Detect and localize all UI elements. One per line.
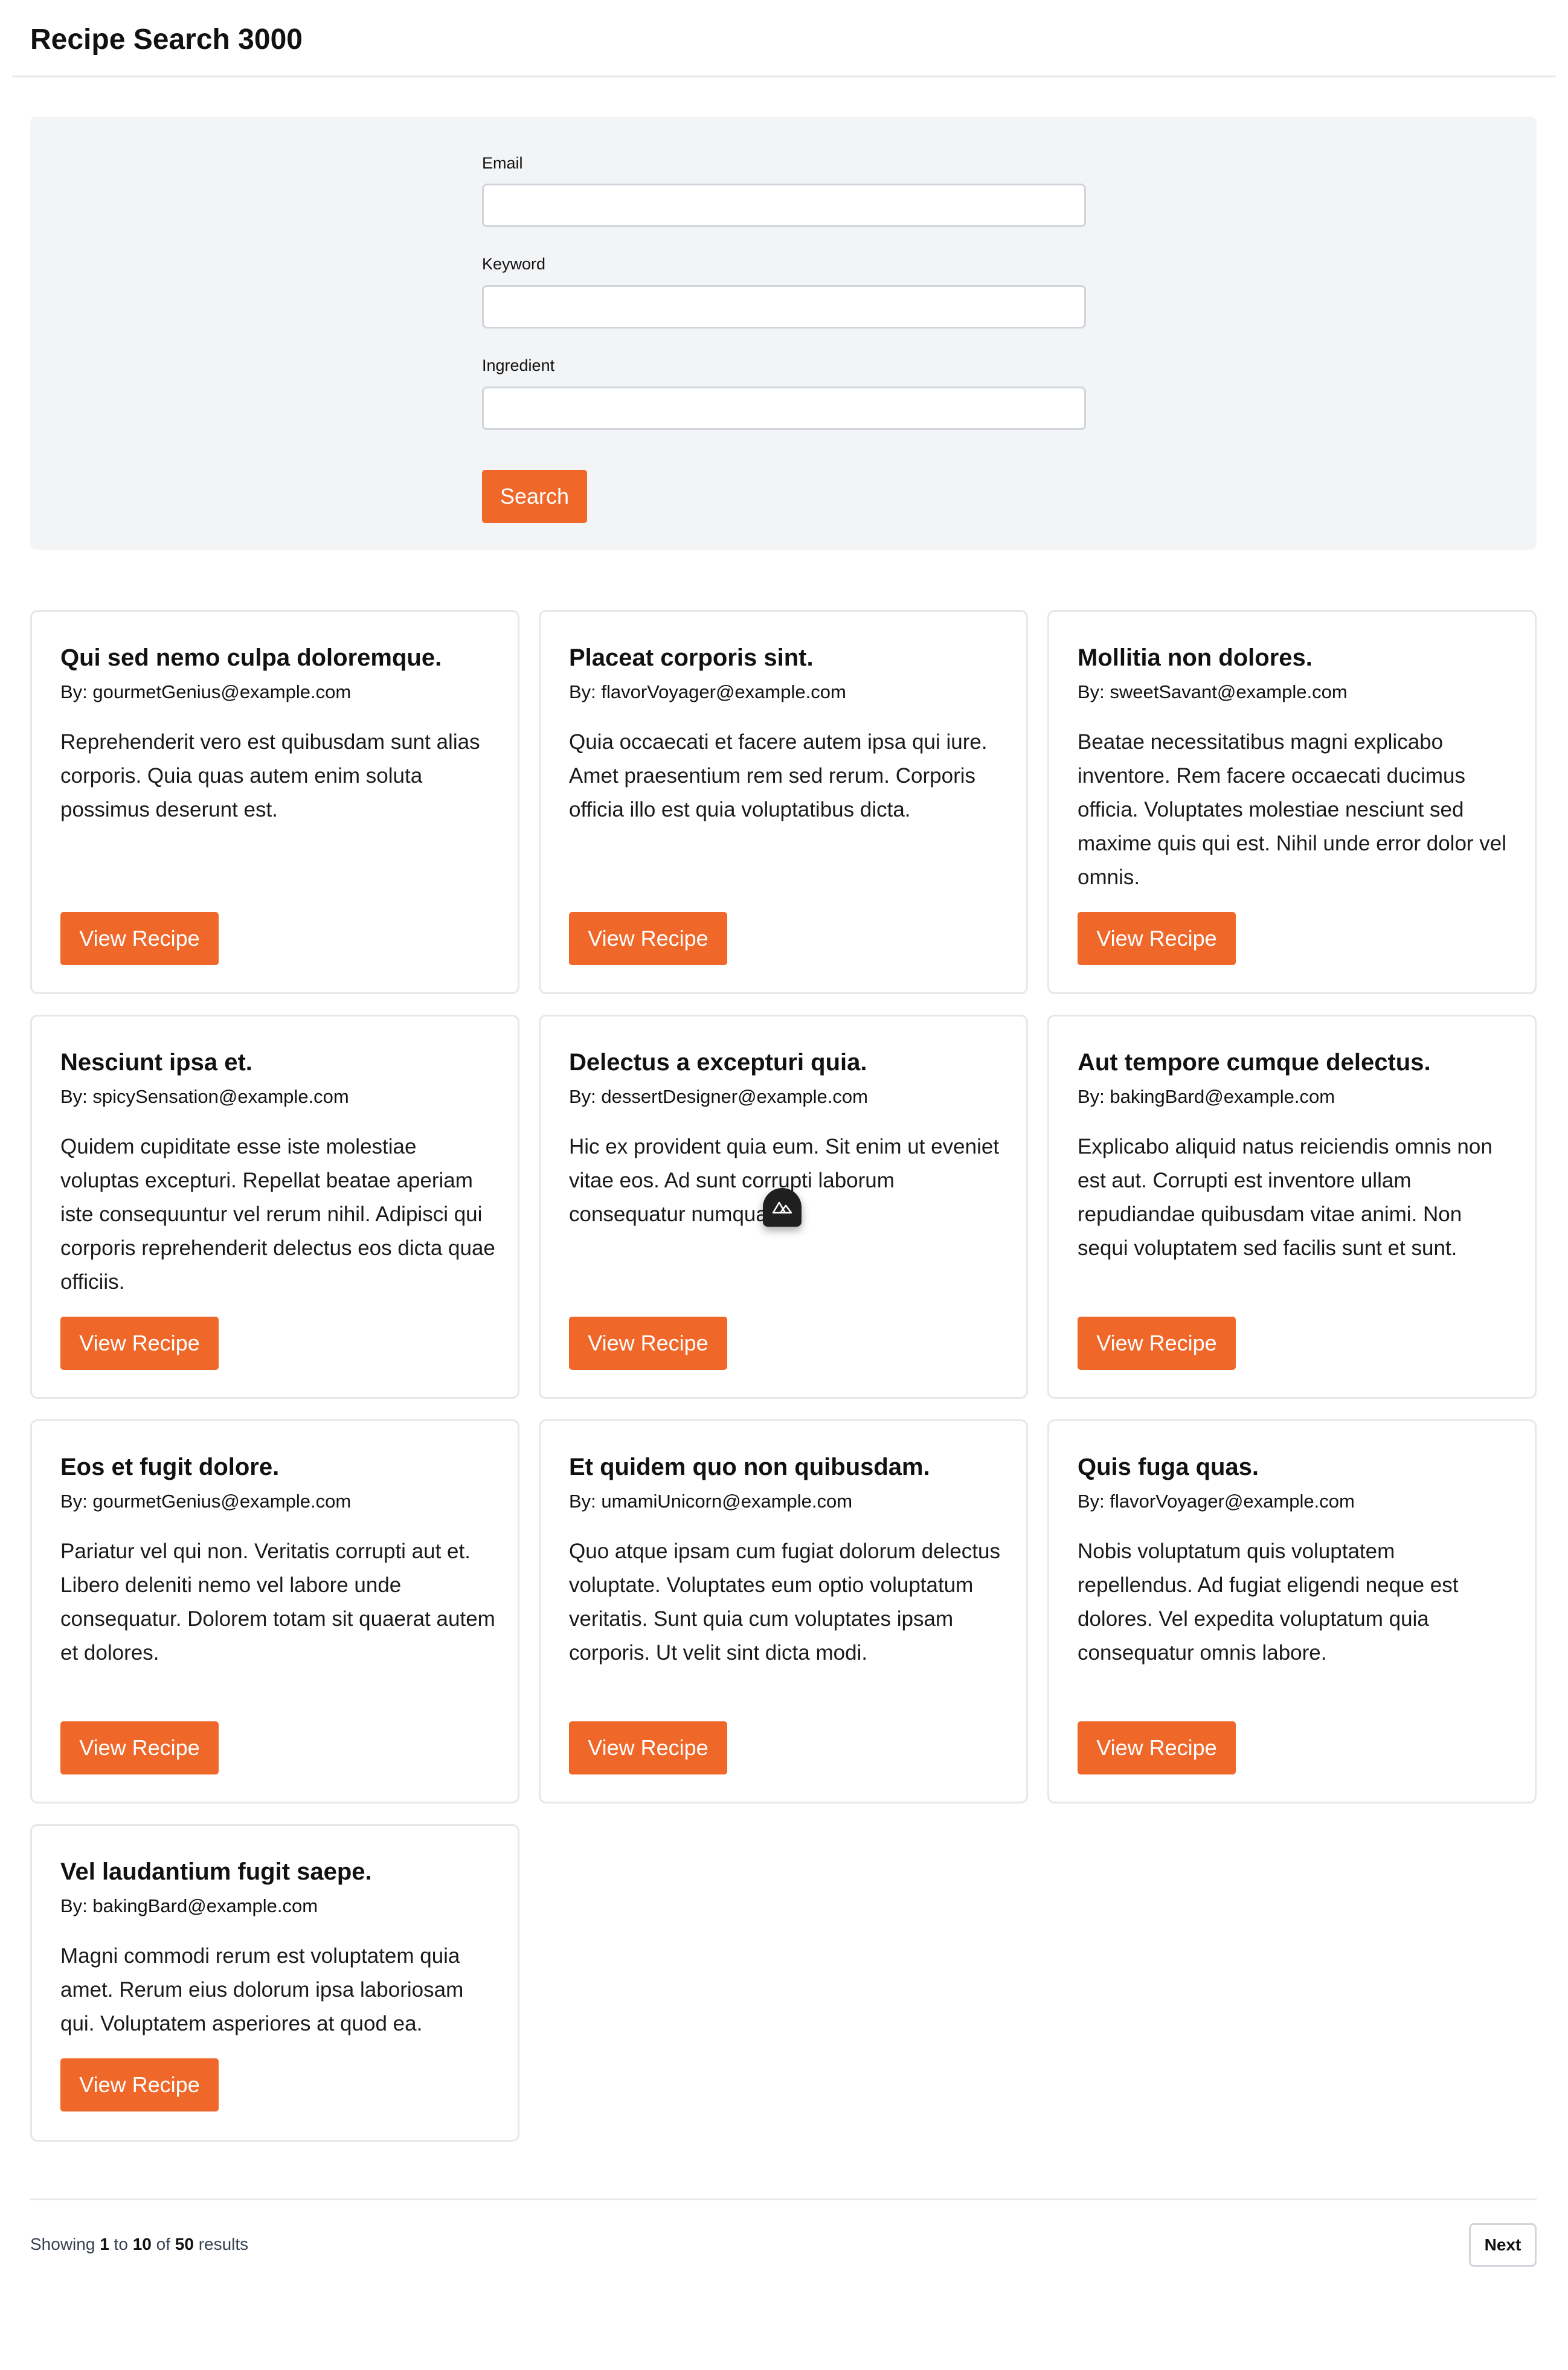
results-to-word: to bbox=[114, 2235, 128, 2253]
results-from: 1 bbox=[100, 2235, 109, 2253]
recipe-title: Placeat corporis sint. bbox=[569, 644, 814, 671]
recipe-author: By: flavorVoyager@example.com bbox=[1078, 1491, 1355, 1512]
recipe-author: By: flavorVoyager@example.com bbox=[569, 681, 846, 702]
view-recipe-button[interactable]: View Recipe bbox=[1078, 1721, 1236, 1774]
search-form: Email Keyword Ingredient Search bbox=[30, 117, 1537, 550]
recipe-title: Eos et fugit dolore. bbox=[60, 1454, 280, 1480]
results-word: results bbox=[198, 2235, 249, 2253]
results-to: 10 bbox=[132, 2235, 152, 2253]
recipe-description: Magni commodi rerum est voluptatem quia … bbox=[60, 1944, 464, 2035]
recipe-title: Aut tempore cumque delectus. bbox=[1078, 1049, 1431, 1076]
recipe-title: Nesciunt ipsa et. bbox=[60, 1049, 252, 1076]
recipe-author: By: dessertDesigner@example.com bbox=[569, 1086, 868, 1107]
email-input[interactable] bbox=[482, 184, 1086, 227]
recipe-author: By: bakingBard@example.com bbox=[60, 1895, 318, 1916]
recipe-title: Et quidem quo non quibusdam. bbox=[569, 1454, 930, 1480]
showing-prefix: Showing bbox=[30, 2235, 95, 2253]
recipe-title: Qui sed nemo culpa doloremque. bbox=[60, 644, 442, 671]
mountain-logo-icon-glyph bbox=[772, 1201, 792, 1214]
recipe-description: Quia occaecati et facere autem ipsa qui … bbox=[569, 730, 988, 821]
keyword-label: Keyword bbox=[482, 255, 546, 273]
view-recipe-button[interactable]: View Recipe bbox=[60, 1317, 219, 1370]
view-recipe-button[interactable]: View Recipe bbox=[569, 1721, 727, 1774]
recipe-card: Placeat corporis sint. By: flavorVoyager… bbox=[539, 610, 1028, 994]
view-recipe-button[interactable]: View Recipe bbox=[1078, 1317, 1236, 1370]
recipe-title: Delectus a excepturi quia. bbox=[569, 1049, 867, 1076]
recipe-description: Beatae necessitatibus magni explicabo in… bbox=[1078, 730, 1507, 889]
next-page-button[interactable]: Next bbox=[1469, 2223, 1537, 2267]
recipe-title: Quis fuga quas. bbox=[1078, 1454, 1259, 1480]
view-recipe-button[interactable]: View Recipe bbox=[60, 2058, 219, 2111]
view-recipe-button[interactable]: View Recipe bbox=[1078, 912, 1236, 965]
recipe-description: Pariatur vel qui non. Veritatis corrupti… bbox=[60, 1540, 495, 1665]
recipe-card: Eos et fugit dolore. By: gourmetGenius@e… bbox=[30, 1419, 519, 1803]
results-total: 50 bbox=[175, 2235, 194, 2253]
search-button[interactable]: Search bbox=[482, 470, 587, 523]
recipe-card: Vel laudantium fugit saepe. By: bakingBa… bbox=[30, 1824, 519, 2142]
recipe-card: Aut tempore cumque delectus. By: bakingB… bbox=[1047, 1015, 1537, 1399]
recipe-description: Reprehenderit vero est quibusdam sunt al… bbox=[60, 730, 480, 821]
view-recipe-button[interactable]: View Recipe bbox=[569, 912, 727, 965]
results-summary: Showing 1 to 10 of 50 results bbox=[30, 2235, 248, 2254]
view-recipe-button[interactable]: View Recipe bbox=[569, 1317, 727, 1370]
recipe-description: Quo atque ipsam cum fugiat dolorum delec… bbox=[569, 1540, 1000, 1665]
app-header: Recipe Search 3000 bbox=[12, 0, 1556, 77]
view-recipe-button[interactable]: View Recipe bbox=[60, 1721, 219, 1774]
recipe-author: By: sweetSavant@example.com bbox=[1078, 681, 1348, 702]
recipe-author: By: bakingBard@example.com bbox=[1078, 1086, 1335, 1107]
recipe-author: By: gourmetGenius@example.com bbox=[60, 681, 352, 702]
ingredient-label: Ingredient bbox=[482, 356, 555, 374]
recipe-author: By: umamiUnicorn@example.com bbox=[569, 1491, 853, 1512]
recipe-author: By: spicySensation@example.com bbox=[60, 1086, 349, 1107]
results-of-word: of bbox=[156, 2235, 170, 2253]
email-label: Email bbox=[482, 154, 523, 172]
mountain-logo-icon[interactable] bbox=[763, 1188, 802, 1227]
view-recipe-button[interactable]: View Recipe bbox=[60, 912, 219, 965]
recipe-title: Mollitia non dolores. bbox=[1078, 644, 1313, 671]
recipe-title: Vel laudantium fugit saepe. bbox=[60, 1858, 372, 1885]
app-title: Recipe Search 3000 bbox=[30, 24, 303, 56]
ingredient-input[interactable] bbox=[482, 387, 1086, 430]
recipe-description: Explicabo aliquid natus reiciendis omnis… bbox=[1078, 1135, 1492, 1260]
recipe-card: Quis fuga quas. By: flavorVoyager@exampl… bbox=[1047, 1419, 1537, 1803]
recipe-grid: Qui sed nemo culpa doloremque. By: gourm… bbox=[30, 610, 1537, 2208]
recipe-card: Mollitia non dolores. By: sweetSavant@ex… bbox=[1047, 610, 1537, 994]
keyword-input[interactable] bbox=[482, 285, 1086, 329]
recipe-description: Quidem cupiditate esse iste molestiae vo… bbox=[60, 1135, 495, 1294]
recipe-card: Et quidem quo non quibusdam. By: umamiUn… bbox=[539, 1419, 1028, 1803]
recipe-author: By: gourmetGenius@example.com bbox=[60, 1491, 352, 1512]
recipe-card: Qui sed nemo culpa doloremque. By: gourm… bbox=[30, 610, 519, 994]
recipe-description: Nobis voluptatum quis voluptatem repelle… bbox=[1078, 1540, 1459, 1665]
recipe-card: Nesciunt ipsa et. By: spicySensation@exa… bbox=[30, 1015, 519, 1399]
footer-divider bbox=[30, 2198, 1537, 2200]
